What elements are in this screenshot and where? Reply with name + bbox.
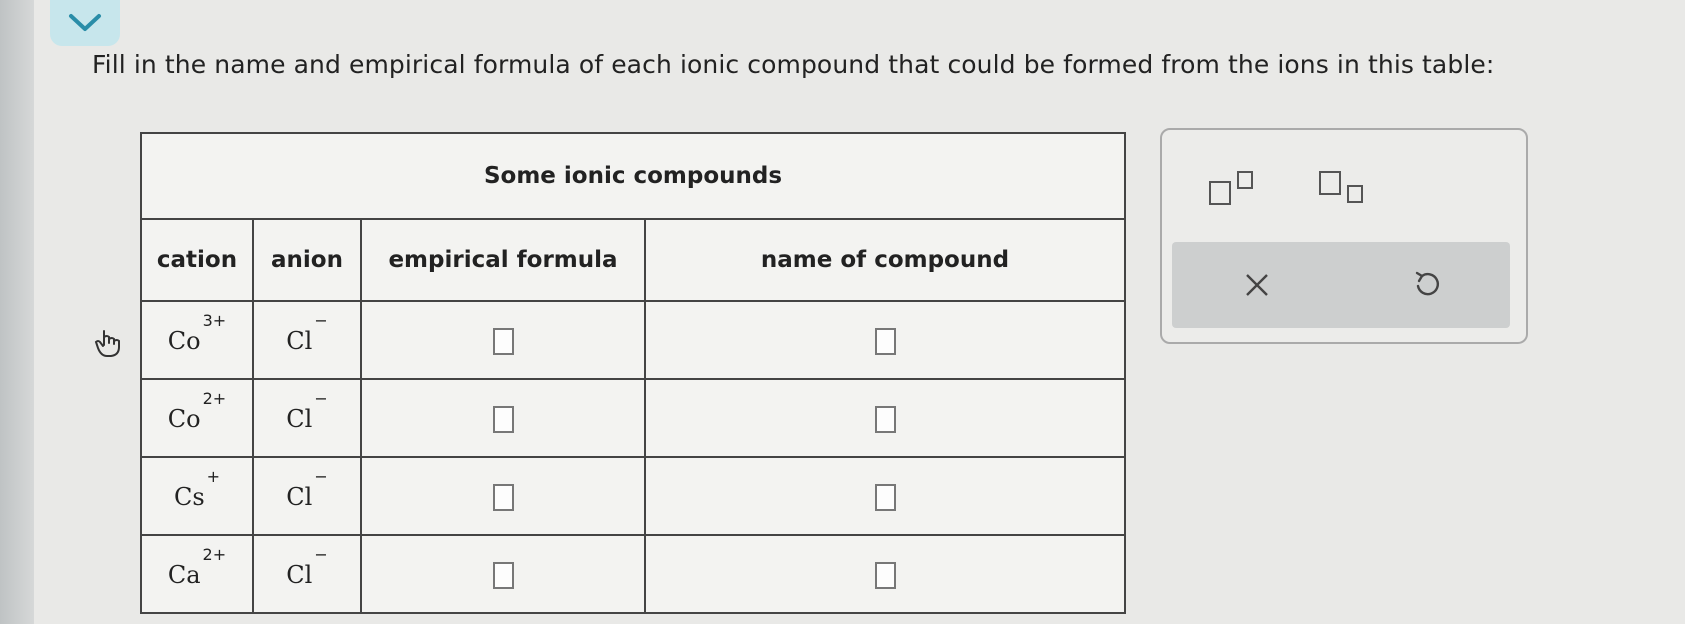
name-input[interactable] [874,405,896,433]
anion-cell: Cl− [252,378,362,458]
collapse-button[interactable] [50,0,120,46]
anion-symbol: Cl [286,327,313,355]
ionic-compounds-table: Some ionic compounds cation anion empiri… [140,132,1126,614]
formula-input[interactable] [492,327,514,355]
table-row: Ca2+ Cl− [140,534,1126,614]
table-title: Some ionic compounds [140,132,1126,220]
cation-charge: + [206,467,221,486]
anion-charge: − [314,389,328,408]
name-input[interactable] [874,483,896,511]
name-input[interactable] [874,327,896,355]
superscript-button[interactable] [1208,170,1260,210]
subscript-icon [1319,171,1363,203]
chevron-down-icon [69,14,101,31]
name-cell [644,534,1126,614]
header-name-of-compound: name of compound [644,218,1126,302]
cation-cell: Co2+ [140,378,254,458]
math-tool-panel [1160,128,1528,344]
left-edge [0,0,34,624]
name-cell [644,378,1126,458]
clear-button[interactable] [1244,272,1270,302]
header-cation: cation [140,218,254,302]
cation-symbol: Ca [167,561,201,589]
action-bar [1172,242,1510,328]
undo-icon [1415,271,1439,296]
formula-cell [360,378,646,458]
subscript-button[interactable] [1318,170,1370,210]
table-row: Cs+ Cl− [140,456,1126,536]
cation-cell: Co3+ [140,300,254,380]
cation-symbol: Cs [173,483,205,511]
cation-symbol: Co [167,327,201,355]
undo-button[interactable] [1412,270,1442,304]
cation-charge: 2+ [202,545,227,564]
anion-cell: Cl− [252,534,362,614]
anion-charge: − [314,545,328,564]
cation-charge: 3+ [202,311,227,330]
anion-cell: Cl− [252,456,362,536]
header-empirical-formula: empirical formula [360,218,646,302]
table-row: Co2+ Cl− [140,378,1126,458]
header-anion: anion [252,218,362,302]
question-prompt: Fill in the name and empirical formula o… [92,50,1495,79]
cation-cell: Ca2+ [140,534,254,614]
formula-cell [360,456,646,536]
formula-input[interactable] [492,561,514,589]
anion-charge: − [314,311,328,330]
name-cell [644,300,1126,380]
name-cell [644,456,1126,536]
close-icon [1246,274,1268,296]
formula-input[interactable] [492,483,514,511]
anion-cell: Cl− [252,300,362,380]
anion-symbol: Cl [286,561,313,589]
superscript-icon [1209,171,1253,205]
cation-symbol: Co [167,405,201,433]
table-row: Co3+ Cl− [140,300,1126,380]
formula-cell [360,534,646,614]
formula-input[interactable] [492,405,514,433]
cation-cell: Cs+ [140,456,254,536]
anion-charge: − [314,467,328,486]
hand-pointer-icon [94,330,120,357]
anion-symbol: Cl [286,483,313,511]
formula-cell [360,300,646,380]
anion-symbol: Cl [286,405,313,433]
cation-charge: 2+ [202,389,227,408]
name-input[interactable] [874,561,896,589]
